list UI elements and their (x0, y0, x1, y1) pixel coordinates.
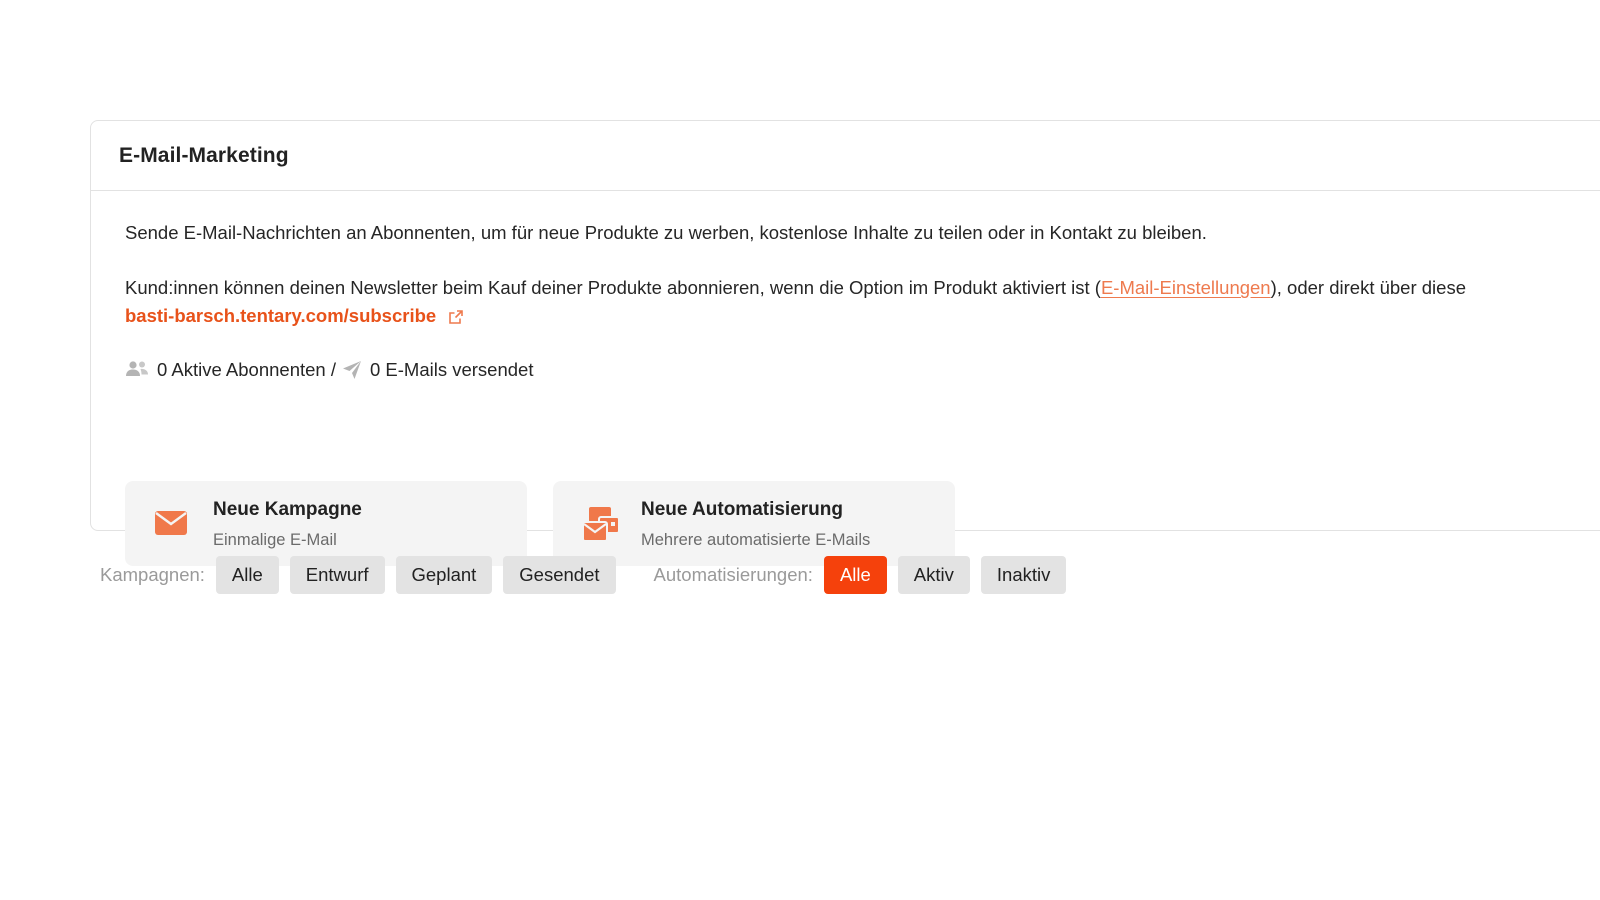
automation-filter-inactive[interactable]: Inaktiv (980, 556, 1067, 594)
envelope-icon (153, 505, 189, 541)
automation-filter-active[interactable]: Aktiv (897, 556, 970, 594)
campaign-filter-draft[interactable]: Entwurf (289, 556, 385, 594)
subscriber-count: 0 Aktive Abonnenten / (157, 359, 336, 380)
users-icon (125, 360, 149, 380)
new-automation-subtitle: Mehrere automatisierte E-Mails (641, 531, 871, 549)
new-automation-button[interactable]: Neue Automatisierung Mehrere automatisie… (553, 481, 955, 566)
subscribe-url-link[interactable]: basti-barsch.tentary.com/subscribe (125, 305, 464, 327)
campaign-filter-scheduled[interactable]: Geplant (395, 556, 493, 594)
subscribe-url-text[interactable]: basti-barsch.tentary.com/subscribe (125, 305, 436, 327)
campaign-filter-sent[interactable]: Gesendet (503, 556, 616, 594)
email-marketing-panel: E-Mail-Marketing Sende E-Mail-Nachrichte… (90, 120, 1600, 566)
new-campaign-subtitle: Einmalige E-Mail (213, 531, 337, 549)
new-campaign-title: Neue Kampagne (213, 499, 362, 520)
automation-filter-all[interactable]: Alle (823, 556, 887, 594)
new-automation-title: Neue Automatisierung (641, 499, 843, 520)
subscribe-text-after: ), oder direkt über diese (1270, 277, 1466, 298)
filter-bar: Kampagnen: Alle Entwurf Geplant Gesendet… (100, 556, 1077, 594)
external-link-icon[interactable] (448, 308, 464, 324)
subscribe-info-text: Kund:innen können deinen Newsletter beim… (125, 277, 1466, 299)
stats-row: 0 Aktive Abonnenten / 0 E-Mails versende… (125, 359, 533, 381)
panel-title: E-Mail-Marketing (119, 143, 289, 167)
panel-description: Sende E-Mail-Nachrichten an Abonnenten, … (125, 222, 1207, 243)
campaigns-filter-label: Kampagnen: (100, 564, 205, 585)
panel-header: E-Mail-Marketing (91, 121, 1600, 191)
multiple-envelopes-icon (581, 505, 620, 542)
campaign-filter-all[interactable]: Alle (215, 556, 279, 594)
new-campaign-button[interactable]: Neue Kampagne Einmalige E-Mail (125, 481, 527, 566)
paper-plane-icon (342, 360, 362, 380)
email-settings-link[interactable]: E-Mail-Einstellungen (1101, 277, 1271, 298)
emails-sent-count: 0 E-Mails versendet (369, 359, 534, 380)
subscribe-text-before: Kund:innen können deinen Newsletter beim… (125, 277, 1101, 298)
automations-filter-label: Automatisierungen: (653, 564, 813, 585)
